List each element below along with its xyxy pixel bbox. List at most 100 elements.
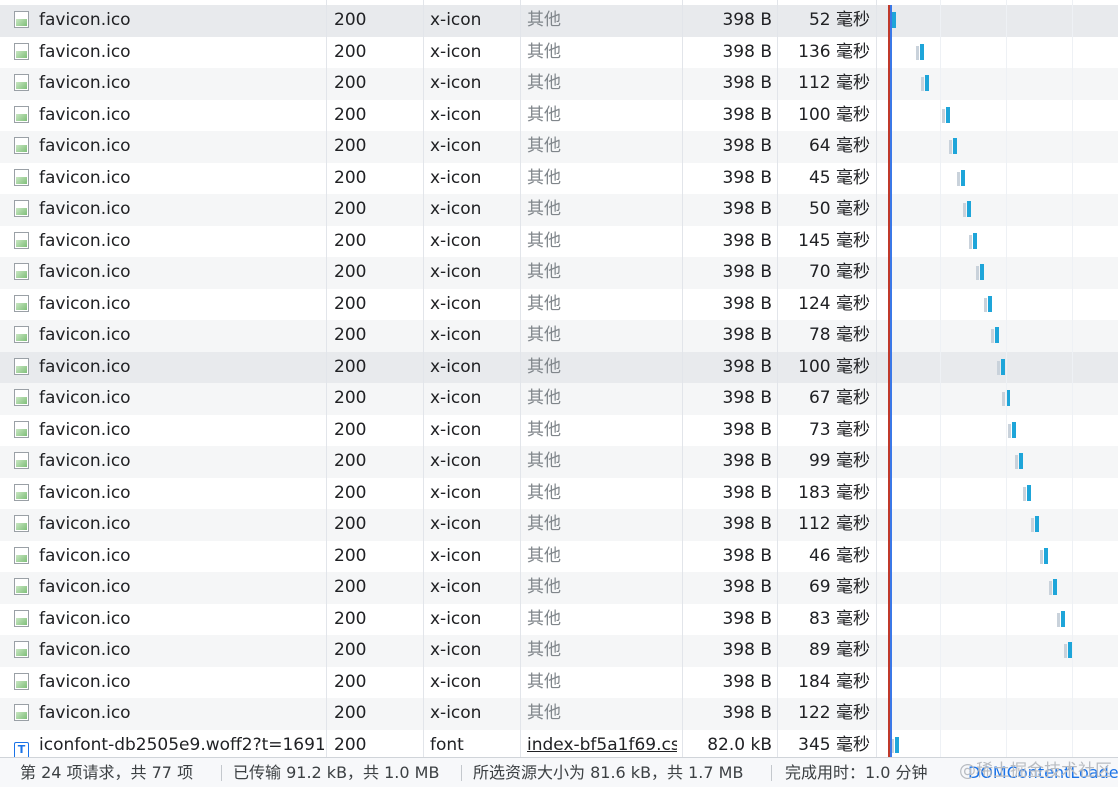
time-cell: 83 毫秒 — [808, 608, 870, 629]
waterfall-cell — [878, 415, 1118, 447]
table-row[interactable]: favicon.ico 200 x-icon 其他 398 B 73 毫秒 — [0, 415, 1118, 447]
table-row[interactable]: favicon.ico 200 x-icon 其他 398 B 70 毫秒 — [0, 257, 1118, 289]
size-cell: 398 B — [722, 73, 772, 93]
request-name-cell[interactable]: favicon.ico — [14, 415, 324, 447]
type-cell: x-icon — [430, 104, 482, 125]
request-name-cell[interactable]: favicon.ico — [14, 352, 324, 384]
request-name-cell[interactable]: favicon.ico — [14, 541, 324, 573]
size-cell: 398 B — [722, 167, 772, 188]
size-cell: 398 B — [722, 608, 772, 629]
table-row[interactable]: favicon.ico 200 x-icon 其他 398 B 184 毫秒 — [0, 667, 1118, 699]
table-row[interactable]: favicon.ico 200 x-icon 其他 398 B 183 毫秒 — [0, 478, 1118, 510]
column-divider — [326, 0, 327, 757]
table-row[interactable]: favicon.ico 200 x-icon 其他 398 B 64 毫秒 — [0, 131, 1118, 163]
request-name-cell[interactable]: favicon.ico — [14, 100, 324, 132]
request-name-cell[interactable]: favicon.ico — [14, 667, 324, 699]
time-cell: 73 毫秒 — [808, 419, 870, 440]
table-row[interactable]: favicon.ico 200 x-icon 其他 398 B 67 毫秒 — [0, 383, 1118, 415]
initiator-cell: 其他 — [527, 608, 561, 629]
initiator-cell: 其他 — [527, 10, 561, 30]
image-file-icon — [14, 641, 29, 658]
status-divider — [771, 765, 772, 781]
waterfall-waiting-bar — [942, 108, 945, 123]
request-name-cell[interactable]: favicon.ico — [14, 478, 324, 510]
request-name: favicon.ico — [39, 41, 131, 62]
table-row[interactable]: favicon.ico 200 x-icon 其他 398 B 99 毫秒 — [0, 446, 1118, 478]
initiator-cell: 其他 — [527, 73, 561, 93]
waterfall-download-bar — [920, 43, 924, 60]
transferred-size: 已传输 91.2 kB，共 1.0 MB — [233, 763, 440, 782]
type-cell: x-icon — [430, 482, 482, 503]
image-file-icon — [14, 546, 29, 564]
table-row[interactable]: favicon.ico 200 x-icon 其他 398 B 69 毫秒 — [0, 572, 1118, 604]
request-name: favicon.ico — [39, 10, 131, 30]
time-cell: 112 毫秒 — [798, 73, 870, 93]
status-cell: 200 — [334, 640, 367, 660]
time-cell: 50 毫秒 — [808, 199, 870, 219]
status-cell: 200 — [334, 608, 367, 629]
request-name-cell[interactable]: favicon.ico — [14, 194, 324, 226]
request-name-cell[interactable]: favicon.ico — [14, 635, 324, 667]
table-row[interactable]: favicon.ico 200 x-icon 其他 398 B 89 毫秒 — [0, 635, 1118, 667]
table-row[interactable]: favicon.ico 200 x-icon 其他 398 B 100 毫秒 — [0, 100, 1118, 132]
request-name-cell[interactable]: favicon.ico — [14, 131, 324, 163]
table-row[interactable]: favicon.ico 200 x-icon 其他 398 B 112 毫秒 — [0, 509, 1118, 541]
table-row[interactable]: favicon.ico 200 x-icon 其他 398 B 100 毫秒 — [0, 351, 1118, 384]
image-file-icon — [14, 200, 29, 217]
request-name-cell[interactable]: favicon.ico — [14, 5, 324, 37]
request-name-cell[interactable]: favicon.ico — [14, 163, 324, 195]
request-name: favicon.ico — [39, 356, 131, 377]
type-cell: x-icon — [430, 73, 482, 93]
image-file-icon — [14, 42, 29, 60]
waterfall-cell — [878, 446, 1118, 478]
image-file-icon — [14, 326, 29, 343]
image-file-icon — [14, 231, 29, 249]
type-cell: x-icon — [430, 199, 482, 219]
table-row[interactable]: favicon.ico 200 x-icon 其他 398 B 46 毫秒 — [0, 541, 1118, 573]
table-row[interactable]: favicon.ico 200 x-icon 其他 398 B 45 毫秒 — [0, 163, 1118, 195]
image-file-icon — [14, 609, 29, 627]
waterfall-download-bar — [953, 138, 957, 154]
request-name-cell[interactable]: favicon.ico — [14, 383, 324, 415]
request-name-cell[interactable]: favicon.ico — [14, 604, 324, 636]
image-file-icon — [14, 672, 29, 690]
request-name-cell[interactable]: favicon.ico — [14, 446, 324, 478]
table-row[interactable]: favicon.ico 200 x-icon 其他 398 B 78 毫秒 — [0, 320, 1118, 352]
request-name-cell[interactable]: favicon.ico — [14, 37, 324, 69]
column-divider — [423, 0, 424, 757]
request-name-cell[interactable]: favicon.ico — [14, 68, 324, 100]
type-cell: x-icon — [430, 262, 482, 282]
table-row[interactable]: favicon.ico 200 x-icon 其他 398 B 112 毫秒 — [0, 68, 1118, 100]
waterfall-download-bar — [895, 736, 899, 753]
table-row[interactable]: favicon.ico 200 x-icon 其他 398 B 136 毫秒 — [0, 37, 1118, 69]
waterfall-cell — [878, 194, 1118, 226]
table-row[interactable]: favicon.ico 200 x-icon 其他 398 B 52 毫秒 — [0, 5, 1118, 37]
waterfall-cell — [878, 257, 1118, 289]
request-name-cell[interactable]: favicon.ico — [14, 509, 324, 541]
status-cell: 200 — [334, 577, 367, 597]
request-name-cell[interactable]: favicon.ico — [14, 320, 324, 352]
table-row[interactable]: favicon.ico 200 x-icon 其他 398 B 124 毫秒 — [0, 289, 1118, 321]
waterfall-gridline — [1072, 0, 1073, 757]
request-name-cell[interactable]: favicon.ico — [14, 289, 324, 321]
initiator-cell: 其他 — [527, 703, 561, 723]
status-cell: 200 — [334, 136, 367, 156]
table-row[interactable]: favicon.ico 200 x-icon 其他 398 B 83 毫秒 — [0, 604, 1118, 636]
status-cell: 200 — [334, 514, 367, 534]
image-file-icon — [14, 74, 29, 91]
size-cell: 398 B — [722, 482, 772, 503]
request-name-cell[interactable]: favicon.ico — [14, 698, 324, 730]
table-row[interactable]: favicon.ico 200 x-icon 其他 398 B 122 毫秒 — [0, 698, 1118, 730]
type-cell: x-icon — [430, 293, 482, 314]
request-name-cell[interactable]: favicon.ico — [14, 257, 324, 289]
request-name-cell[interactable]: favicon.ico — [14, 226, 324, 258]
request-name: favicon.ico — [39, 545, 131, 566]
image-file-icon — [14, 11, 29, 28]
table-row[interactable]: favicon.ico 200 x-icon 其他 398 B 50 毫秒 — [0, 194, 1118, 226]
waterfall-gridline — [1006, 0, 1007, 757]
request-name: favicon.ico — [39, 482, 131, 503]
waterfall-waiting-bar — [957, 171, 960, 186]
request-name-cell[interactable]: favicon.ico — [14, 572, 324, 604]
table-row[interactable]: favicon.ico 200 x-icon 其他 398 B 145 毫秒 — [0, 226, 1118, 258]
image-file-icon — [14, 704, 29, 721]
